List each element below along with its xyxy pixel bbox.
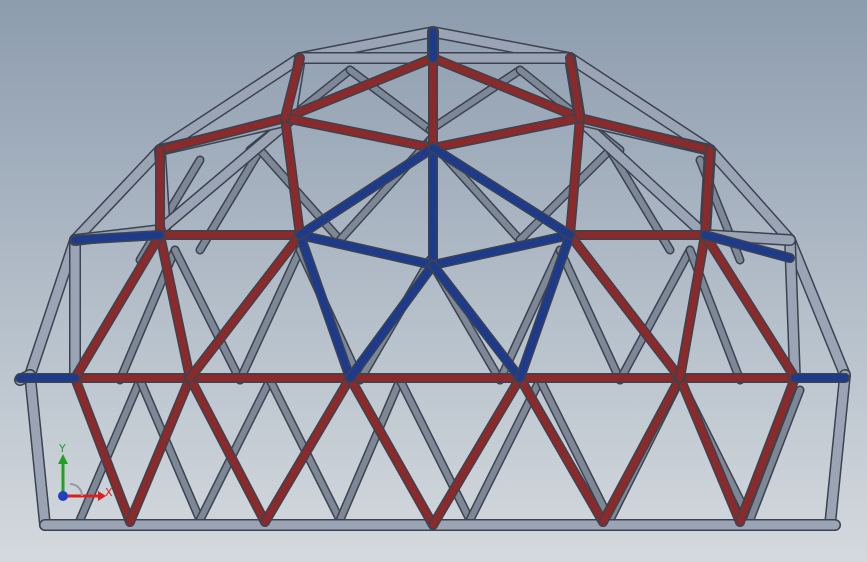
blue-strut-7[interactable]	[296, 144, 437, 239]
red-strut-24[interactable]	[281, 54, 437, 122]
blue-strut-6[interactable]	[516, 231, 574, 382]
geodesic-dome-model[interactable]	[0, 0, 867, 562]
red-strut-11[interactable]	[516, 374, 607, 526]
red-strut-31[interactable]	[281, 114, 437, 152]
red-strut-14[interactable]	[736, 374, 799, 526]
blue-strut-3[interactable]	[296, 231, 354, 382]
back-strut-7[interactable]	[537, 377, 613, 523]
y-axis-arrowhead	[58, 454, 68, 464]
blue-strut-5[interactable]	[429, 261, 524, 382]
blue-strut-2[interactable]	[429, 231, 574, 269]
blue-strut-10[interactable]	[71, 231, 164, 244]
y-axis-label: Y	[58, 442, 66, 455]
red-strut-12[interactable]	[599, 374, 684, 526]
cad-viewport[interactable]: X Y	[0, 0, 867, 562]
z-axis-arc	[69, 483, 83, 497]
blue-strut-1[interactable]	[296, 231, 437, 269]
red-strut-32[interactable]	[429, 114, 584, 152]
red-strut-6[interactable]	[126, 374, 194, 526]
red-strut-13[interactable]	[676, 374, 744, 526]
back-strut-10[interactable]	[747, 387, 803, 523]
x-axis-label: X	[105, 486, 113, 499]
red-strut-28[interactable]	[566, 114, 584, 239]
back-strut-1[interactable]	[137, 377, 203, 523]
red-strut-30[interactable]	[701, 146, 714, 239]
coordinate-triad: X Y	[58, 442, 113, 501]
blue-strut-4[interactable]	[346, 261, 437, 382]
frame-strut-0[interactable]	[25, 235, 80, 380]
back-strut-5[interactable]	[397, 377, 473, 523]
z-axis-origin	[58, 491, 68, 501]
red-strut-7[interactable]	[186, 374, 269, 526]
back-strut-2[interactable]	[197, 377, 273, 523]
back-strut-18[interactable]	[557, 247, 623, 383]
